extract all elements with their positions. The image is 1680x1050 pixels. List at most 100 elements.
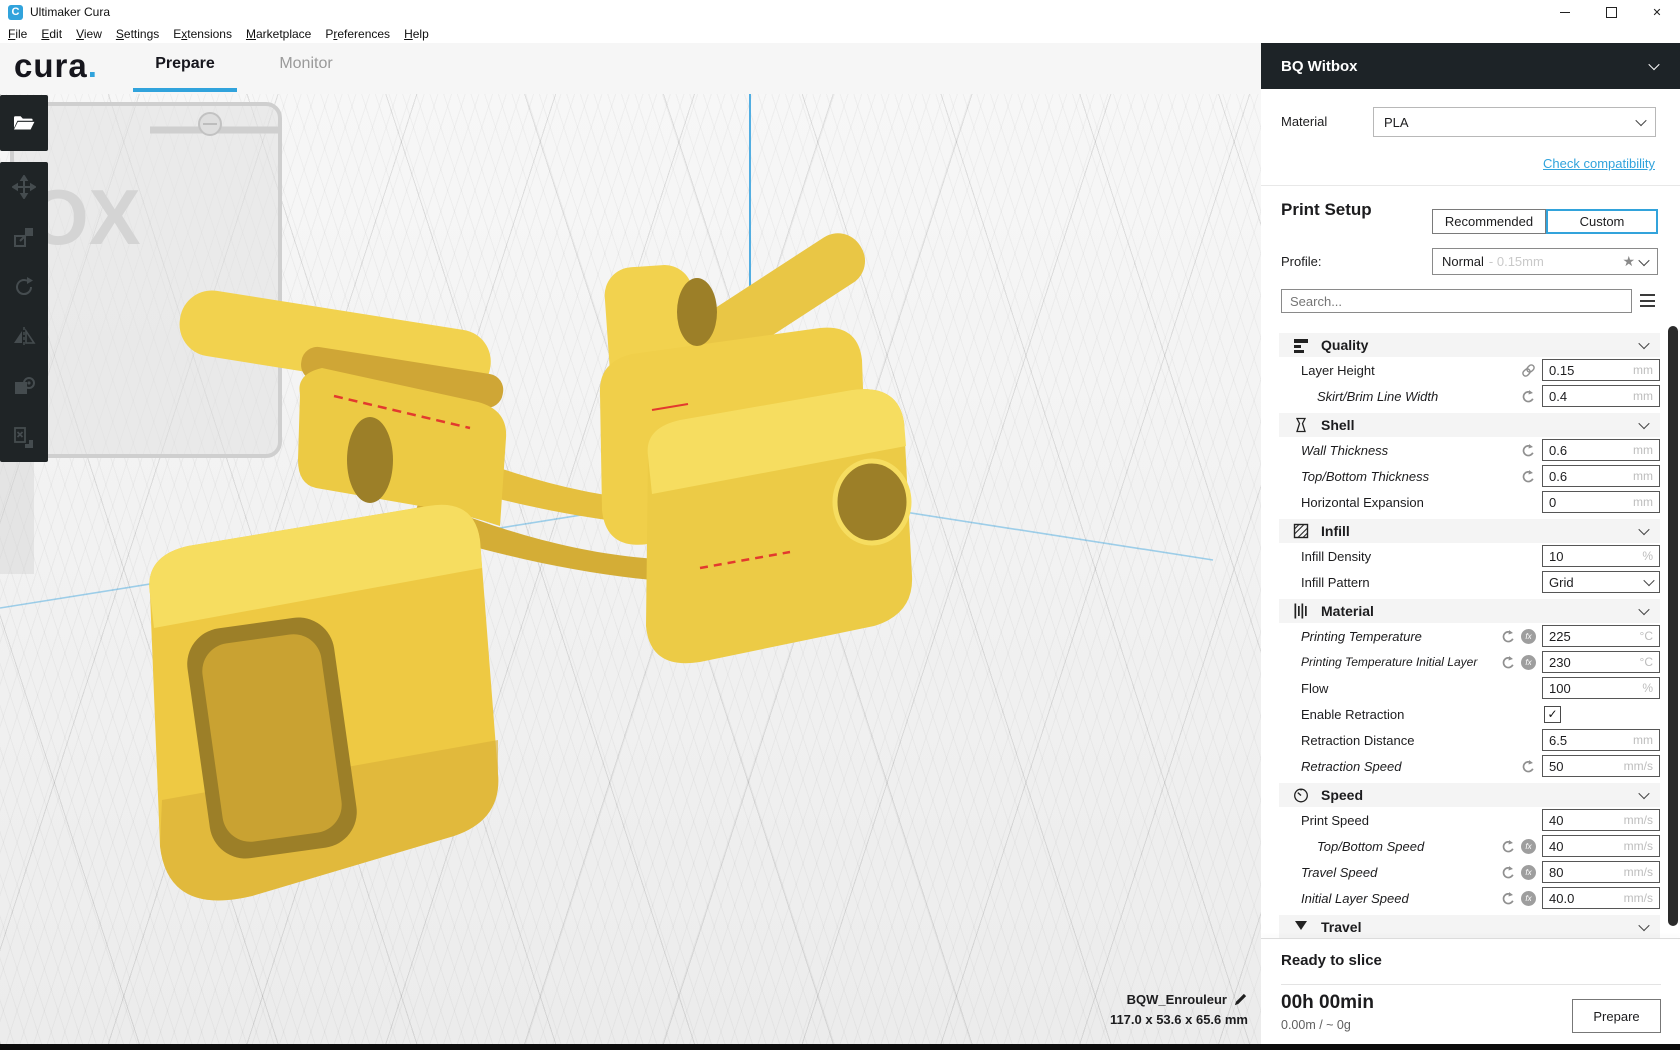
- setting-label: Retraction Speed: [1279, 759, 1401, 774]
- minimize-button[interactable]: [1542, 0, 1588, 24]
- material-dropdown[interactable]: PLA: [1373, 107, 1656, 137]
- fx-function-icon[interactable]: fx: [1521, 629, 1536, 644]
- model-3d[interactable]: [0, 94, 1261, 1044]
- setting-row: Retraction Speed 50mm/s: [1279, 753, 1660, 779]
- mirror-icon: [12, 325, 36, 349]
- setting-row: Top/Bottom Thickness 0.6mm: [1279, 463, 1660, 489]
- setting-label: Retraction Distance: [1279, 733, 1414, 748]
- revert-icon[interactable]: [1501, 655, 1516, 670]
- setting-value-field[interactable]: 0.15mm: [1542, 359, 1660, 381]
- setting-value-field[interactable]: 10%: [1542, 545, 1660, 567]
- setting-value-field[interactable]: 0.6mm: [1542, 439, 1660, 461]
- model-info: BQW_Enrouleur 117.0 x 53.6 x 65.6 mm: [1110, 992, 1248, 1027]
- recommended-mode-button[interactable]: Recommended: [1432, 209, 1546, 234]
- bottom-edge-strip: [0, 1044, 1680, 1050]
- material-label: Material: [1281, 107, 1371, 137]
- enable-retraction-checkbox[interactable]: ✓: [1544, 706, 1561, 723]
- open-file-button[interactable]: [0, 95, 48, 151]
- setting-row: Infill Density 10%: [1279, 543, 1660, 569]
- setting-row: Printing Temperature fx 225°C: [1279, 623, 1660, 649]
- custom-mode-button[interactable]: Custom: [1546, 209, 1658, 234]
- check-compatibility-link[interactable]: Check compatibility: [1543, 156, 1655, 171]
- prepare-button[interactable]: Prepare: [1572, 999, 1661, 1033]
- time-estimate: 00h 00min: [1281, 992, 1374, 1014]
- fx-function-icon[interactable]: fx: [1521, 891, 1536, 906]
- rotate-icon: [12, 275, 36, 299]
- revert-icon[interactable]: [1501, 865, 1516, 880]
- section-header-speed[interactable]: Speed: [1279, 783, 1660, 807]
- revert-icon[interactable]: [1521, 469, 1536, 484]
- viewport-3d[interactable]: OX BQW_E: [0, 94, 1261, 1044]
- close-button[interactable]: ✕: [1634, 0, 1680, 24]
- revert-icon[interactable]: [1501, 891, 1516, 906]
- setting-value-field[interactable]: 230°C: [1542, 651, 1660, 673]
- model-dimensions-label: 117.0 x 53.6 x 65.6 mm: [1110, 1012, 1248, 1027]
- setting-label: Top/Bottom Thickness: [1279, 469, 1429, 484]
- cura-logo: cura.: [14, 47, 98, 85]
- setting-row: Top/Bottom Speed fx 40mm/s: [1279, 833, 1660, 859]
- per-model-settings-tool-button[interactable]: [0, 362, 48, 412]
- scale-tool-button[interactable]: [0, 212, 48, 262]
- fx-function-icon[interactable]: fx: [1521, 865, 1536, 880]
- setting-value-field[interactable]: 6.5mm: [1542, 729, 1660, 751]
- tab-prepare[interactable]: Prepare: [133, 55, 237, 73]
- setting-row: Retraction Distance 6.5mm: [1279, 727, 1660, 753]
- menu-view[interactable]: View: [76, 27, 102, 41]
- link-icon[interactable]: [1521, 363, 1536, 378]
- support-blocker-tool-button[interactable]: [0, 412, 48, 462]
- star-icon: ★: [1622, 253, 1635, 270]
- section-header-travel[interactable]: Travel: [1279, 915, 1660, 939]
- printer-name: BQ Witbox: [1281, 58, 1358, 75]
- slice-status: Ready to slice: [1281, 952, 1382, 969]
- menu-preferences[interactable]: Preferences: [325, 27, 390, 41]
- menu-edit[interactable]: Edit: [41, 27, 62, 41]
- scale-icon: [12, 225, 36, 249]
- setting-value-field[interactable]: 50mm/s: [1542, 755, 1660, 777]
- section-header-material[interactable]: Material: [1279, 599, 1660, 623]
- setting-value-field[interactable]: 0.6mm: [1542, 465, 1660, 487]
- settings-search-input[interactable]: [1281, 289, 1632, 313]
- setting-value-field[interactable]: 40.0mm/s: [1542, 887, 1660, 909]
- setting-value-field[interactable]: 40mm/s: [1542, 809, 1660, 831]
- setting-value-field[interactable]: 100%: [1542, 677, 1660, 699]
- fx-function-icon[interactable]: fx: [1521, 655, 1536, 670]
- menu-extensions[interactable]: Extensions: [173, 27, 232, 41]
- setting-label: Wall Thickness: [1279, 443, 1388, 458]
- menu-settings[interactable]: Settings: [116, 27, 159, 41]
- rotate-tool-button[interactable]: [0, 262, 48, 312]
- printer-selector[interactable]: BQ Witbox: [1261, 43, 1680, 89]
- move-tool-button[interactable]: [0, 162, 48, 212]
- setting-value-field[interactable]: 0.4mm: [1542, 385, 1660, 407]
- revert-icon[interactable]: [1521, 389, 1536, 404]
- profile-dropdown[interactable]: Normal - 0.15mm ★: [1432, 248, 1658, 275]
- setting-value-field[interactable]: 40mm/s: [1542, 835, 1660, 857]
- settings-scrollbar[interactable]: [1668, 326, 1678, 926]
- setting-value-field[interactable]: 80mm/s: [1542, 861, 1660, 883]
- maximize-button[interactable]: [1588, 0, 1634, 24]
- quality-icon: [1293, 337, 1309, 353]
- infill-pattern-dropdown[interactable]: Grid: [1542, 571, 1660, 593]
- menu-marketplace[interactable]: Marketplace: [246, 27, 311, 41]
- chevron-down-icon: [1638, 254, 1649, 265]
- revert-icon[interactable]: [1501, 839, 1516, 854]
- settings-menu-icon[interactable]: [1640, 294, 1655, 307]
- open-folder-icon: [12, 112, 36, 134]
- menu-help[interactable]: Help: [404, 27, 429, 41]
- fx-function-icon[interactable]: fx: [1521, 839, 1536, 854]
- tab-monitor[interactable]: Monitor: [270, 55, 342, 73]
- section-header-infill[interactable]: Infill: [1279, 519, 1660, 543]
- revert-icon[interactable]: [1521, 443, 1536, 458]
- menu-file[interactable]: File: [8, 27, 27, 41]
- setting-value-field[interactable]: 225°C: [1542, 625, 1660, 647]
- chevron-down-icon: [1638, 604, 1649, 615]
- revert-icon[interactable]: [1521, 759, 1536, 774]
- mirror-tool-button[interactable]: [0, 312, 48, 362]
- edit-pencil-icon[interactable]: [1233, 992, 1248, 1007]
- print-setup-title: Print Setup: [1281, 200, 1372, 220]
- section-header-shell[interactable]: Shell: [1279, 413, 1660, 437]
- setting-value-field[interactable]: 0mm: [1542, 491, 1660, 513]
- menu-bar: File Edit View Settings Extensions Marke…: [0, 24, 1680, 43]
- revert-icon[interactable]: [1501, 629, 1516, 644]
- section-header-quality[interactable]: Quality: [1279, 333, 1660, 357]
- setting-row: Layer Height 0.15mm: [1279, 357, 1660, 383]
